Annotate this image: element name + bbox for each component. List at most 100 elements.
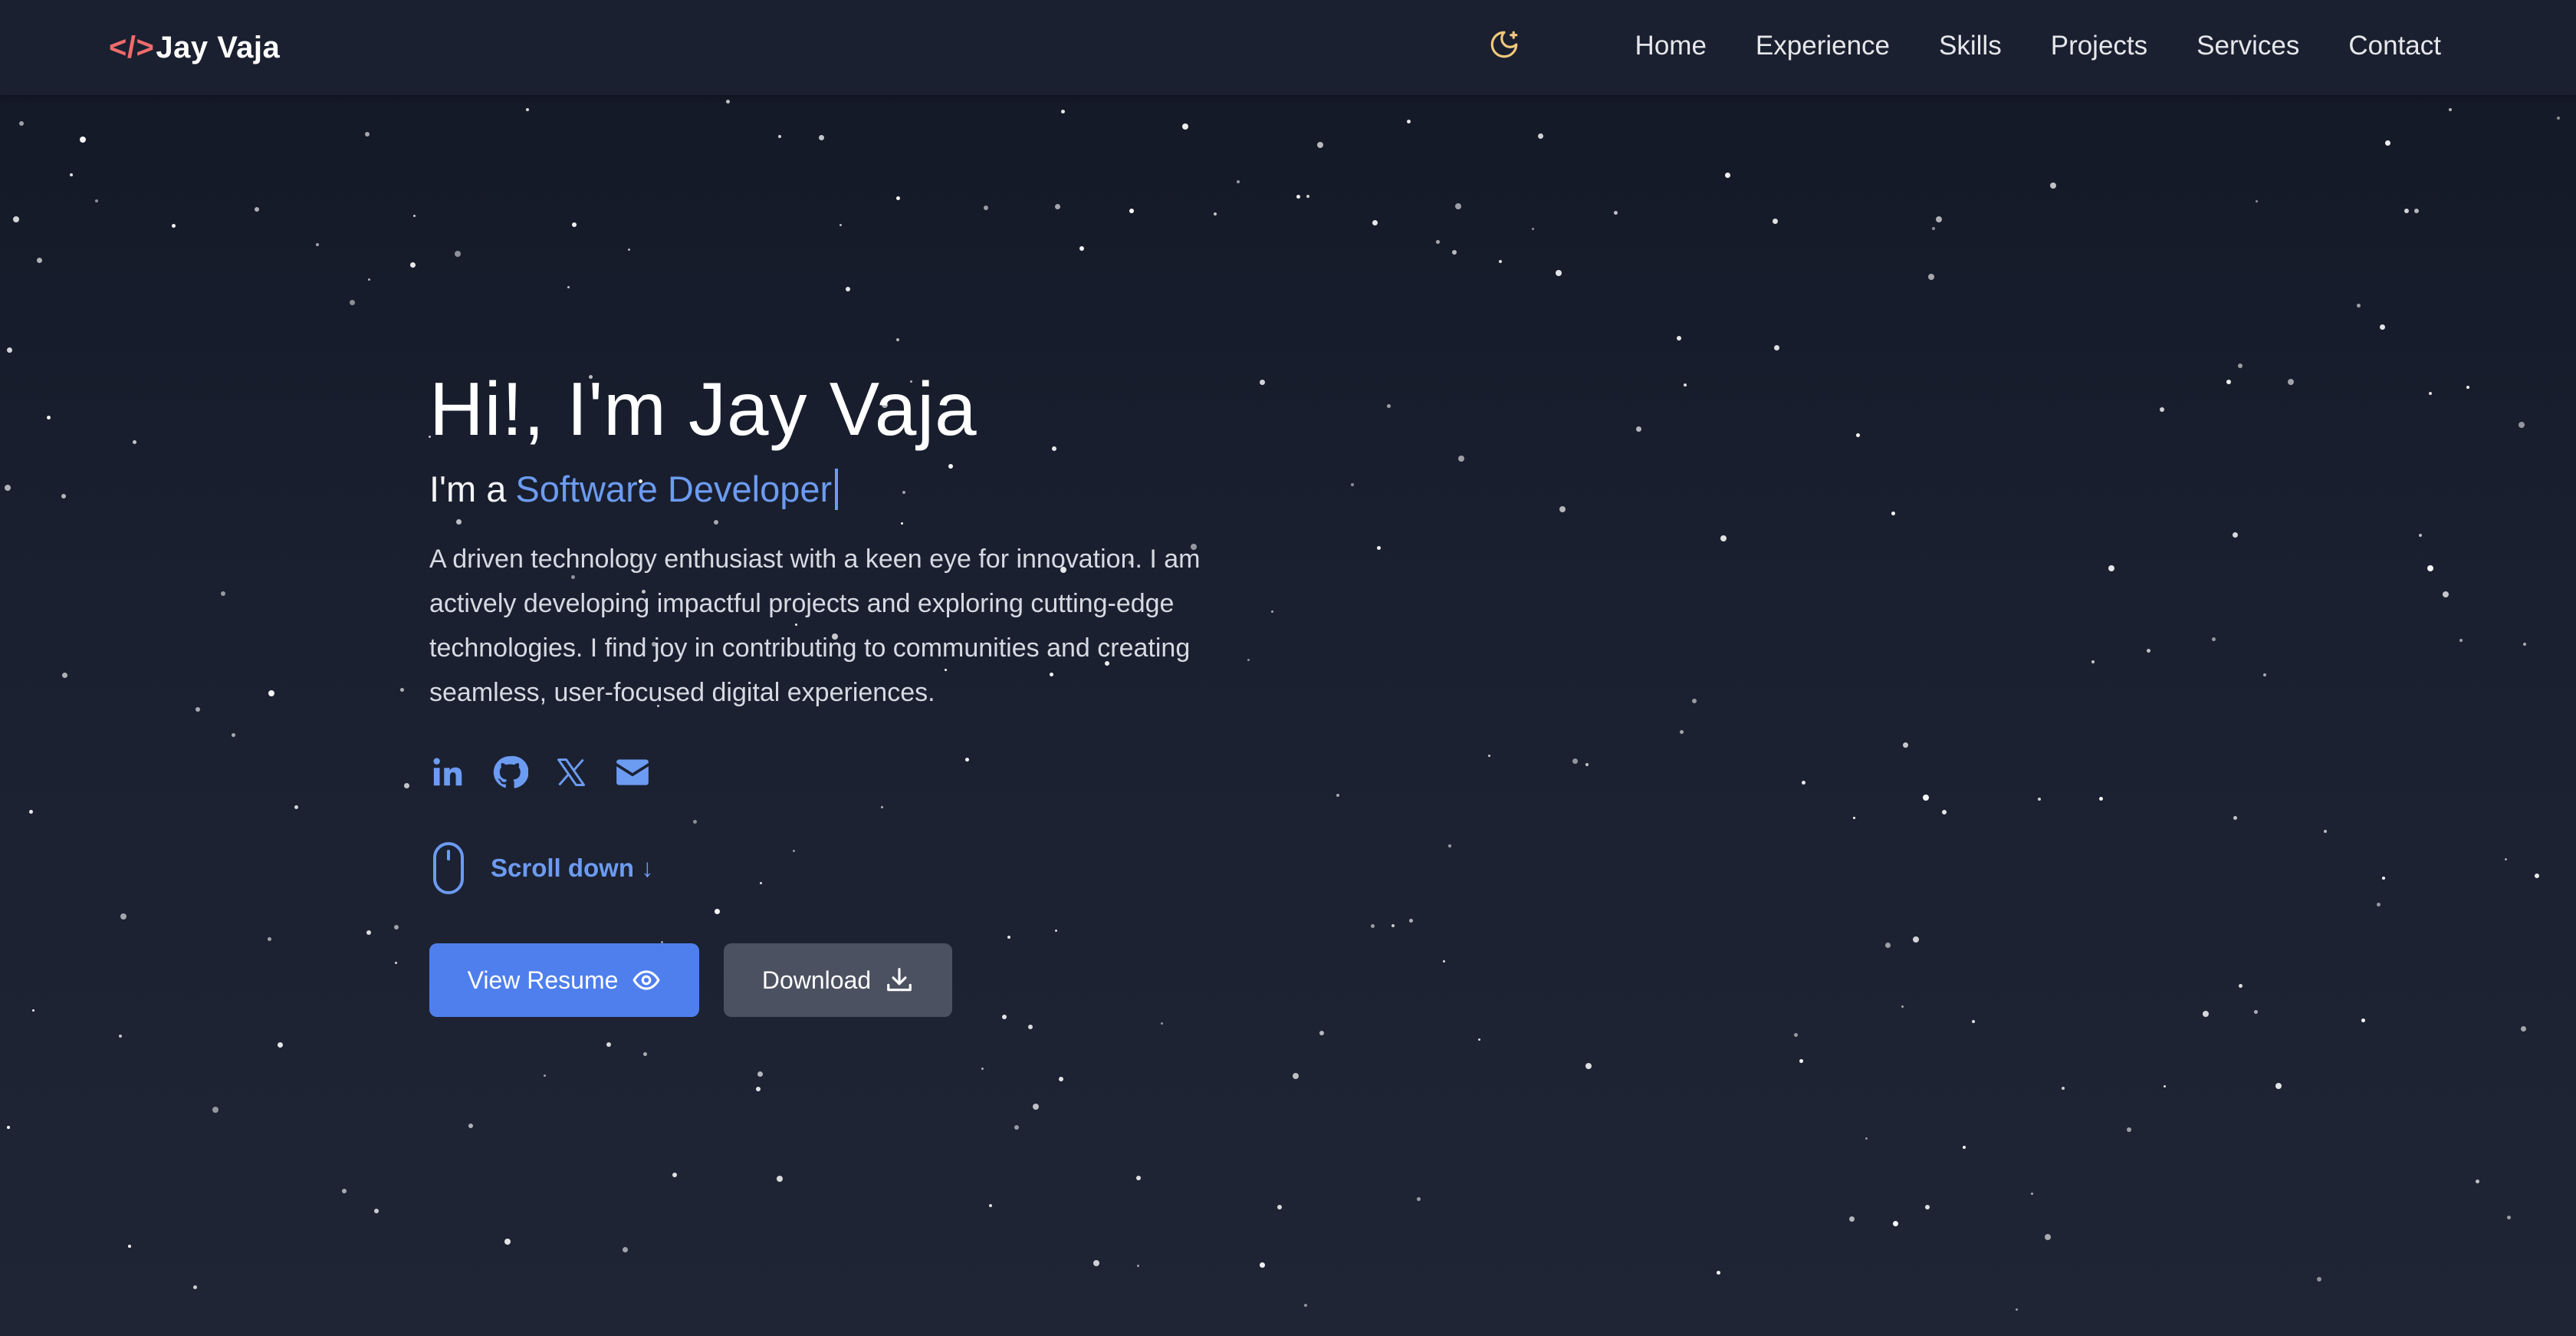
- star-dot: [1061, 110, 1065, 114]
- star-dot: [2160, 407, 2164, 412]
- star-dot: [1849, 1216, 1855, 1222]
- star-dot: [1932, 227, 1935, 230]
- star-dot: [1923, 795, 1929, 801]
- logo[interactable]: </> Jay Vaja: [109, 0, 280, 95]
- star-dot: [1692, 699, 1697, 703]
- star-dot: [1891, 512, 1895, 515]
- star-dot: [1893, 1221, 1898, 1226]
- star-dot: [1680, 730, 1684, 734]
- star-dot: [1913, 936, 1919, 943]
- star-dot: [896, 196, 900, 200]
- mail-icon: [616, 759, 649, 785]
- tagline-role: Software Developer: [515, 468, 833, 509]
- star-dot: [896, 338, 899, 341]
- email-link[interactable]: [613, 753, 652, 791]
- star-dot: [1317, 142, 1323, 148]
- star-dot: [316, 243, 319, 246]
- star-dot: [981, 1068, 984, 1070]
- star-dot: [2254, 1010, 2258, 1014]
- star-dot: [342, 1189, 347, 1193]
- star-dot: [989, 1204, 992, 1207]
- star-dot: [221, 591, 225, 596]
- star-dot: [1237, 180, 1240, 183]
- star-dot: [366, 930, 371, 935]
- star-dot: [1336, 794, 1339, 797]
- download-label: Download: [761, 966, 872, 994]
- star-dot: [2050, 183, 2056, 189]
- star-dot: [1684, 383, 1687, 387]
- nav-link-experience[interactable]: Experience: [1756, 31, 1890, 61]
- star-dot: [368, 278, 370, 281]
- star-dot: [2459, 639, 2463, 642]
- star-dot: [2414, 209, 2419, 213]
- star-dot: [7, 1126, 10, 1129]
- star-dot: [2226, 380, 2231, 384]
- hero-section: Hi!, I'm Jay Vaja I'm a Software Develop…: [429, 367, 1319, 1018]
- nav-link-skills[interactable]: Skills: [1939, 31, 2002, 61]
- nav-link-contact[interactable]: Contact: [2348, 31, 2441, 61]
- star-dot: [2233, 532, 2238, 538]
- nav-link-projects[interactable]: Projects: [2051, 31, 2147, 61]
- star-dot: [1136, 1176, 1141, 1180]
- moon-star-icon: [1490, 31, 1518, 58]
- mouse-icon: [433, 842, 464, 895]
- star-dot: [2062, 1087, 2065, 1090]
- star-dot: [1277, 1205, 1282, 1209]
- star-dot: [47, 416, 51, 420]
- star-dot: [2031, 1193, 2033, 1195]
- star-dot: [846, 287, 850, 291]
- star-dot: [1455, 203, 1461, 209]
- star-dot: [2045, 1234, 2051, 1240]
- x-icon: [557, 758, 585, 787]
- star-dot: [1963, 1146, 1966, 1149]
- linkedin-icon: [433, 758, 462, 786]
- nav-link-home[interactable]: Home: [1635, 31, 1707, 61]
- star-dot: [567, 286, 570, 288]
- star-dot: [1802, 781, 1806, 785]
- page: </> Jay Vaja Home Experience Skills Proj…: [0, 0, 2576, 1336]
- star-dot: [1636, 426, 1641, 432]
- star-dot: [1319, 1031, 1324, 1035]
- tagline-prefix: I'm a: [429, 468, 507, 509]
- star-dot: [1532, 228, 1534, 230]
- star-dot: [1794, 1033, 1798, 1037]
- star-dot: [1214, 212, 1217, 216]
- star-dot: [1452, 250, 1457, 255]
- star-dot: [410, 262, 416, 268]
- logo-name: Jay Vaja: [156, 30, 281, 64]
- star-dot: [1773, 219, 1778, 224]
- star-dot: [268, 690, 274, 696]
- nav-link-services[interactable]: Services: [2196, 31, 2299, 61]
- star-dot: [1499, 260, 1502, 263]
- star-dot: [19, 121, 24, 126]
- star-dot: [2288, 379, 2294, 385]
- theme-toggle-button[interactable]: [1486, 26, 1523, 63]
- view-resume-button[interactable]: View Resume: [429, 943, 699, 1018]
- star-dot: [394, 925, 399, 930]
- star-dot: [350, 300, 355, 305]
- star-dot: [61, 494, 66, 499]
- star-dot: [2518, 422, 2525, 428]
- linkedin-link[interactable]: [429, 753, 468, 791]
- star-dot: [1853, 817, 1855, 819]
- github-link[interactable]: [491, 753, 529, 791]
- star-dot: [37, 258, 42, 263]
- navbar: </> Jay Vaja Home Experience Skills Proj…: [0, 0, 2576, 95]
- star-dot: [2382, 877, 2385, 880]
- resume-buttons: View Resume Download: [429, 943, 1319, 1018]
- scroll-down-link[interactable]: Scroll down ↓: [429, 841, 1319, 896]
- star-dot: [128, 1245, 131, 1248]
- star-dot: [62, 673, 67, 678]
- star-dot: [1059, 1077, 1063, 1081]
- star-dot: [1925, 1205, 1930, 1209]
- star-dot: [984, 206, 988, 210]
- star-dot: [1137, 1265, 1139, 1267]
- star-dot: [1488, 755, 1490, 757]
- star-dot: [1079, 246, 1084, 251]
- star-dot: [1677, 336, 1681, 341]
- star-dot: [268, 937, 271, 941]
- x-link[interactable]: [552, 753, 590, 791]
- star-dot: [1559, 506, 1566, 512]
- download-resume-button[interactable]: Download: [724, 943, 952, 1018]
- star-dot: [1901, 1005, 1904, 1008]
